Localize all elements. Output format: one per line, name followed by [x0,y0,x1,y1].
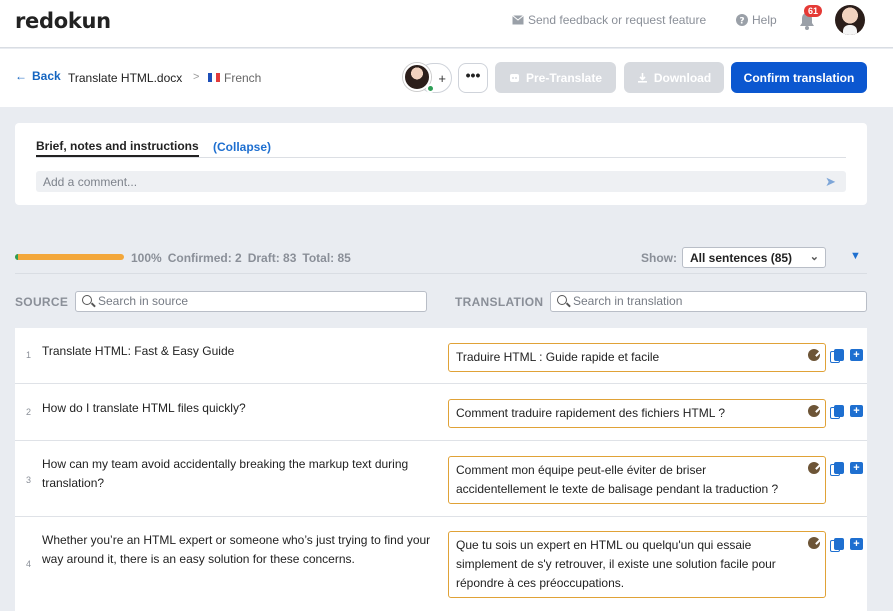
collapse-brief-link[interactable]: (Collapse) [213,140,271,154]
help-label: Help [752,13,777,27]
notification-badge: 61 [804,5,823,17]
draft-status-icon[interactable] [808,349,820,361]
translation-field[interactable]: Comment traduire rapidement des fichiers… [448,399,826,428]
translation-search[interactable] [550,291,867,312]
translation-column-label: TRANSLATION [455,295,544,309]
progress-confirmed-segment [15,254,18,260]
back-button[interactable]: ← Back [15,69,61,83]
draft-status-icon[interactable] [808,405,820,417]
progress-fill [15,254,124,260]
translation-field[interactable]: Traduire HTML : Guide rapide et facile [448,343,826,372]
source-text[interactable]: How do I translate HTML files quickly? [42,399,437,418]
source-search-input[interactable] [98,294,396,308]
help-link[interactable]: ? Help [736,13,777,27]
confirmed-count: Confirmed: 2 [167,251,242,265]
translation-field[interactable]: Comment mon équipe peut-elle éviter de b… [448,456,826,504]
show-filter-label: Show: [641,251,677,265]
brief-tab[interactable]: Brief, notes and instructions [36,139,199,157]
france-flag-icon [208,73,220,82]
download-button[interactable]: Download [624,62,724,93]
plus-icon: + [438,71,446,86]
envelope-icon [512,15,524,25]
copy-source-icon[interactable] [830,349,844,363]
top-nav: redokun Send feedback or request feature… [0,0,893,48]
sentence-row: 4 Whether you’re an HTML expert or someo… [15,517,867,611]
sentence-row: 3 How can my team avoid accidentally bre… [15,441,867,517]
scroll-to-bottom-icon[interactable]: ▼ [850,250,861,262]
add-comment-icon[interactable]: + [850,538,863,550]
download-label: Download [653,70,712,85]
sentence-stats: 100% Confirmed: 2 Draft: 83 Total: 85 [131,251,351,265]
sentence-list: 1 Translate HTML: Fast & Easy Guide Trad… [15,328,867,611]
draft-count: Draft: 83 [247,251,297,265]
pretranslate-button[interactable]: Pre-Translate [495,62,616,93]
translation-text: Que tu sois un expert en HTML ou quelqu'… [456,538,776,590]
translation-text: Traduire HTML : Guide rapide et facile [456,350,660,364]
online-status-indicator [426,84,435,93]
feedback-label: Send feedback or request feature [528,13,707,27]
arrow-left-icon: ← [15,69,27,83]
source-text[interactable]: Translate HTML: Fast & Easy Guide [42,342,437,361]
source-search[interactable] [75,291,427,312]
sentence-number: 2 [26,407,32,417]
sentence-filter-select[interactable]: All sentences (85) ⌄ [682,247,826,268]
source-column-label: SOURCE [15,295,69,309]
breadcrumb-separator: > [193,71,200,83]
sentence-number: 4 [26,559,32,569]
add-comment-icon[interactable]: + [850,349,863,361]
translation-text: Comment mon équipe peut-elle éviter de b… [456,463,779,496]
more-options-button[interactable]: ••• [458,63,488,93]
draft-status-icon[interactable] [808,462,820,474]
translation-field[interactable]: Que tu sois un expert en HTML ou quelqu'… [448,531,826,598]
target-language: French [224,71,262,85]
sentence-number: 1 [26,350,32,360]
translation-text: Comment traduire rapidement des fichiers… [456,406,725,420]
back-label: Back [32,69,61,83]
source-text[interactable]: Whether you’re an HTML expert or someone… [42,531,437,569]
sentence-number: 3 [26,475,32,485]
svg-text:?: ? [739,17,744,27]
robot-icon [509,74,519,82]
sentence-filter-value: All sentences (85) [690,251,793,265]
send-icon[interactable]: ➤ [825,174,836,190]
copy-source-icon[interactable] [830,538,844,552]
feedback-link[interactable]: Send feedback or request feature [512,13,706,27]
copy-source-icon[interactable] [830,462,844,476]
document-toolbar: ← Back Translate HTML.docx > French + ••… [0,49,893,107]
source-text[interactable]: How can my team avoid accidentally break… [42,455,437,493]
copy-source-icon[interactable] [830,405,844,419]
app-logo[interactable]: redokun [15,9,111,33]
progress-percent: 100% [131,251,162,265]
add-comment-icon[interactable]: + [850,405,863,417]
comment-input[interactable] [36,171,846,192]
sentence-row: 2 How do I translate HTML files quickly?… [15,384,867,441]
add-comment-icon[interactable]: + [850,462,863,474]
stats-divider [15,273,867,274]
pretranslate-label: Pre-Translate [525,70,603,85]
document-filename: Translate HTML.docx [68,71,183,85]
translation-search-input[interactable] [573,294,841,308]
chevron-down-icon: ⌄ [809,251,819,263]
search-icon [82,295,92,305]
help-icon: ? [736,14,748,26]
user-avatar[interactable] [835,5,865,35]
confirm-translation-button[interactable]: Confirm translation [731,62,867,93]
search-icon [557,295,567,305]
sentence-row: 1 Translate HTML: Fast & Easy Guide Trad… [15,328,867,384]
total-count: Total: 85 [302,251,351,265]
progress-bar [15,254,124,260]
draft-status-icon[interactable] [808,537,820,549]
brief-panel: Brief, notes and instructions (Collapse)… [15,123,867,205]
brief-divider [36,157,846,158]
download-icon [637,73,647,83]
